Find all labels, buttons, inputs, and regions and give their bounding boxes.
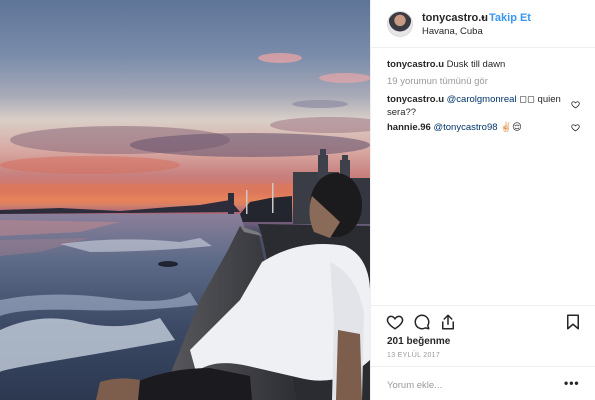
comment-item: hannie.96 @tonycastro98 ✌🏻😌 — [387, 121, 565, 134]
caption-username[interactable]: tonycastro.u — [387, 59, 444, 70]
likes-count[interactable]: 201 beğenme — [387, 336, 450, 347]
sunset-seawall-photo — [0, 53, 370, 400]
post-photo[interactable] — [0, 0, 370, 400]
comment-username[interactable]: hannie.96 — [387, 122, 431, 133]
post-sidebar: tonycastro.u • Takip Et Havana, Cuba ton… — [370, 0, 595, 400]
comment-heart-icon[interactable] — [571, 123, 580, 132]
more-options-icon[interactable]: ••• — [564, 376, 580, 390]
caption: tonycastro.u Dusk till dawn — [387, 58, 505, 71]
author-username[interactable]: tonycastro.u — [422, 12, 488, 24]
comment-item: tonycastro.u @carolgmonreal ◻◻ quien ser… — [387, 93, 565, 119]
caption-text: Dusk till dawn — [446, 59, 506, 70]
separator-dot: • — [481, 12, 485, 24]
comment-icon[interactable] — [413, 313, 431, 331]
comment-input[interactable] — [387, 377, 547, 393]
add-comment-bar: ••• — [371, 366, 595, 400]
heart-icon[interactable] — [386, 313, 404, 331]
bookmark-icon[interactable] — [564, 313, 582, 331]
comment-username[interactable]: tonycastro.u — [387, 94, 444, 105]
location-link[interactable]: Havana, Cuba — [422, 26, 483, 37]
post-header: tonycastro.u • Takip Et Havana, Cuba — [371, 0, 595, 48]
comment-mention[interactable]: @carolgmonreal — [447, 94, 517, 105]
avatar[interactable] — [387, 11, 413, 37]
post-date[interactable]: 13 EYLÜL 2017 — [387, 352, 440, 359]
comment-text: ✌🏻😌 — [497, 122, 522, 133]
comment-mention[interactable]: @tonycastro98 — [433, 122, 497, 133]
view-all-comments-link[interactable]: 19 yorumun tümünü gör — [387, 76, 488, 87]
actions-section: 201 beğenme 13 EYLÜL 2017 ••• — [371, 305, 595, 400]
follow-button[interactable]: Takip Et — [489, 12, 531, 24]
comment-heart-icon[interactable] — [571, 100, 580, 109]
share-icon[interactable] — [439, 313, 457, 331]
